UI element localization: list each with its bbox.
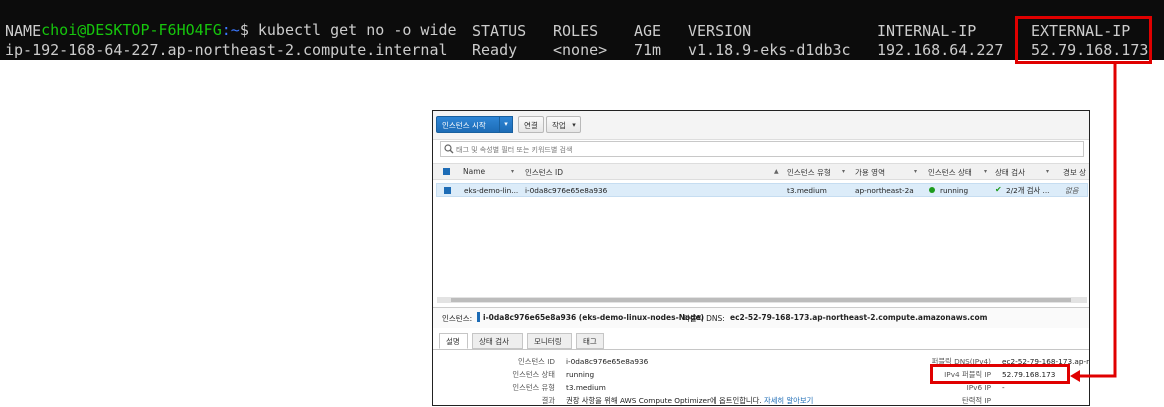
connector-arrow-icon	[1070, 64, 1117, 382]
